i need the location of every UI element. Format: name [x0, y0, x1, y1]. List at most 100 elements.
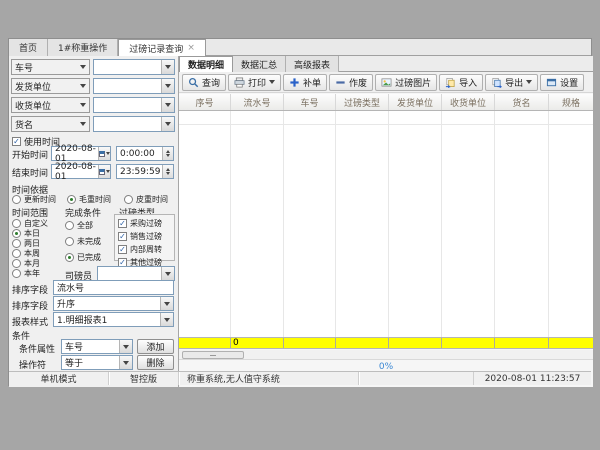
chevron-down-icon[interactable] [161, 60, 174, 74]
records-toolbar: 查询 打印 补单 作废 过磅图片 [179, 72, 593, 93]
checkbox-sale-weigh[interactable]: 销售过磅 [118, 231, 174, 242]
tab-data-summary[interactable]: 数据汇总 [233, 56, 286, 72]
chevron-down-icon[interactable] [160, 297, 173, 310]
column-header-shipper[interactable]: 发货单位 [389, 94, 442, 110]
checkbox-purchase-weigh[interactable]: 采购过磅 [118, 218, 174, 229]
weigher-combo[interactable] [97, 266, 175, 281]
report-style-label: 报表样式 [12, 315, 48, 328]
export-icon [491, 77, 502, 88]
tab-close-icon[interactable]: × [187, 44, 195, 53]
tab-data-detail[interactable]: 数据明细 [179, 56, 233, 72]
time-spinner[interactable] [162, 147, 173, 160]
filter-value-receiver[interactable] [93, 97, 175, 113]
chevron-down-icon[interactable] [161, 98, 174, 112]
search-icon [188, 77, 199, 88]
radio-icon [12, 239, 21, 248]
chevron-down-icon [526, 80, 532, 84]
sort-order-label: 排序字段 [12, 299, 48, 312]
calendar-dropdown-icon[interactable] [98, 165, 110, 178]
table-body[interactable] [179, 111, 593, 337]
radio-selected-icon [12, 229, 21, 238]
import-button[interactable]: 导入 [439, 74, 483, 91]
column-header-spec[interactable]: 规格 [549, 94, 593, 110]
sort-field-label: 排序字段 [12, 283, 48, 296]
radio-selected-icon [67, 195, 76, 204]
tab-weigh-operation[interactable]: 1#称重操作 [48, 39, 118, 56]
column-header-receiver[interactable]: 收货单位 [442, 94, 495, 110]
document-tabbar: 首页 1#称重操作 过磅记录查询 × [9, 39, 591, 56]
column-header-weigh-type[interactable]: 过磅类型 [336, 94, 389, 110]
settings-button[interactable]: 设置 [540, 74, 584, 91]
query-filter-panel: 车号 发货单位 收货单位 货名 [9, 56, 179, 387]
column-header-serial[interactable]: 流水号 [231, 94, 284, 110]
radio-tare-time[interactable]: 皮重时间 [124, 194, 168, 205]
checkbox-checked-icon [118, 245, 127, 254]
filter-field-receiver[interactable]: 收货单位 [11, 97, 90, 113]
filter-field-goods[interactable]: 货名 [11, 116, 90, 132]
weigh-type-group: 采购过磅 销售过磅 内部周转 其他过磅 [114, 214, 175, 261]
chevron-down-icon[interactable] [119, 356, 132, 369]
chevron-down-icon [80, 122, 86, 126]
tab-advanced-report[interactable]: 高级报表 [286, 56, 339, 72]
tab-weigh-record-query[interactable]: 过磅记录查询 × [118, 39, 206, 56]
filter-value-shipper[interactable] [93, 78, 175, 94]
radio-update-time[interactable]: 更新时间 [12, 194, 56, 205]
radio-icon [12, 195, 21, 204]
operator-label: 操作符 [19, 358, 46, 371]
screenshot-frame: 首页 1#称重操作 过磅记录查询 × 车号 发货单位 [0, 0, 600, 450]
radio-all[interactable]: 全部 [65, 220, 93, 231]
horizontal-scrollbar[interactable] [179, 350, 593, 360]
status-edition: 智控版 [109, 372, 179, 385]
radio-gross-time[interactable]: 毛重时间 [67, 194, 111, 205]
radio-icon [12, 219, 21, 228]
end-date-input[interactable]: 2020-08-01 [51, 164, 111, 179]
sort-field-input[interactable]: 流水号 [53, 280, 174, 295]
column-header-goods[interactable]: 货名 [495, 94, 549, 110]
summary-count: 0 [231, 338, 284, 348]
plus-icon [289, 77, 300, 88]
tab-weigh-record-query-label: 过磅记录查询 [129, 42, 183, 55]
calendar-dropdown-icon[interactable] [98, 147, 110, 160]
radio-this-year[interactable]: 本年 [12, 268, 40, 279]
scrollbar-thumb[interactable] [182, 351, 244, 359]
records-panel: 数据明细 数据汇总 高级报表 查询 打印 [179, 56, 593, 387]
void-order-button[interactable]: 作废 [329, 74, 373, 91]
summary-row: 0 [179, 337, 593, 349]
settings-icon [546, 77, 557, 88]
status-mode: 单机模式 [9, 372, 109, 385]
filter-value-goods[interactable] [93, 116, 175, 132]
supplement-order-button[interactable]: 补单 [283, 74, 327, 91]
operator-combo[interactable]: 等于 [61, 355, 133, 370]
add-condition-button[interactable]: 添加 [137, 339, 174, 354]
chevron-down-icon[interactable] [160, 313, 173, 326]
status-datetime: 2020-08-01 11:23:57 [473, 372, 591, 385]
filter-field-shipper[interactable]: 发货单位 [11, 78, 90, 94]
time-spinner[interactable] [162, 165, 173, 178]
status-bar: 单机模式 智控版 称重系统,无人值守系统 2020-08-01 11:23:57 [9, 371, 591, 385]
checkbox-internal-transfer[interactable]: 内部周转 [118, 244, 174, 255]
radio-finished[interactable]: 已完成 [65, 252, 101, 263]
filter-field-vehicle[interactable]: 车号 [11, 59, 90, 75]
condition-attr-combo[interactable]: 车号 [61, 339, 133, 354]
start-date-input[interactable]: 2020-08-01 [51, 146, 111, 161]
weigh-pictures-button[interactable]: 过磅图片 [375, 74, 437, 91]
delete-condition-button[interactable]: 删除 [137, 355, 174, 370]
chevron-down-icon[interactable] [161, 267, 174, 280]
column-header-index[interactable]: 序号 [179, 94, 231, 110]
chevron-down-icon[interactable] [161, 79, 174, 93]
print-button[interactable]: 打印 [228, 74, 281, 91]
report-style-combo[interactable]: 1.明细报表1 [53, 312, 174, 327]
tab-home-label: 首页 [19, 41, 37, 54]
chevron-down-icon[interactable] [119, 340, 132, 353]
start-time-input[interactable]: 0:00:00 [116, 146, 174, 161]
chevron-down-icon[interactable] [161, 117, 174, 131]
column-header-vehicle[interactable]: 车号 [284, 94, 336, 110]
end-time-input[interactable]: 23:59:59 [116, 164, 174, 179]
tab-home[interactable]: 首页 [9, 39, 48, 56]
radio-unfinished[interactable]: 未完成 [65, 236, 101, 247]
filter-value-vehicle[interactable] [93, 59, 175, 75]
sort-order-combo[interactable]: 升序 [53, 296, 174, 311]
query-button[interactable]: 查询 [182, 74, 226, 91]
radio-icon [65, 221, 74, 230]
export-button[interactable]: 导出 [485, 74, 538, 91]
